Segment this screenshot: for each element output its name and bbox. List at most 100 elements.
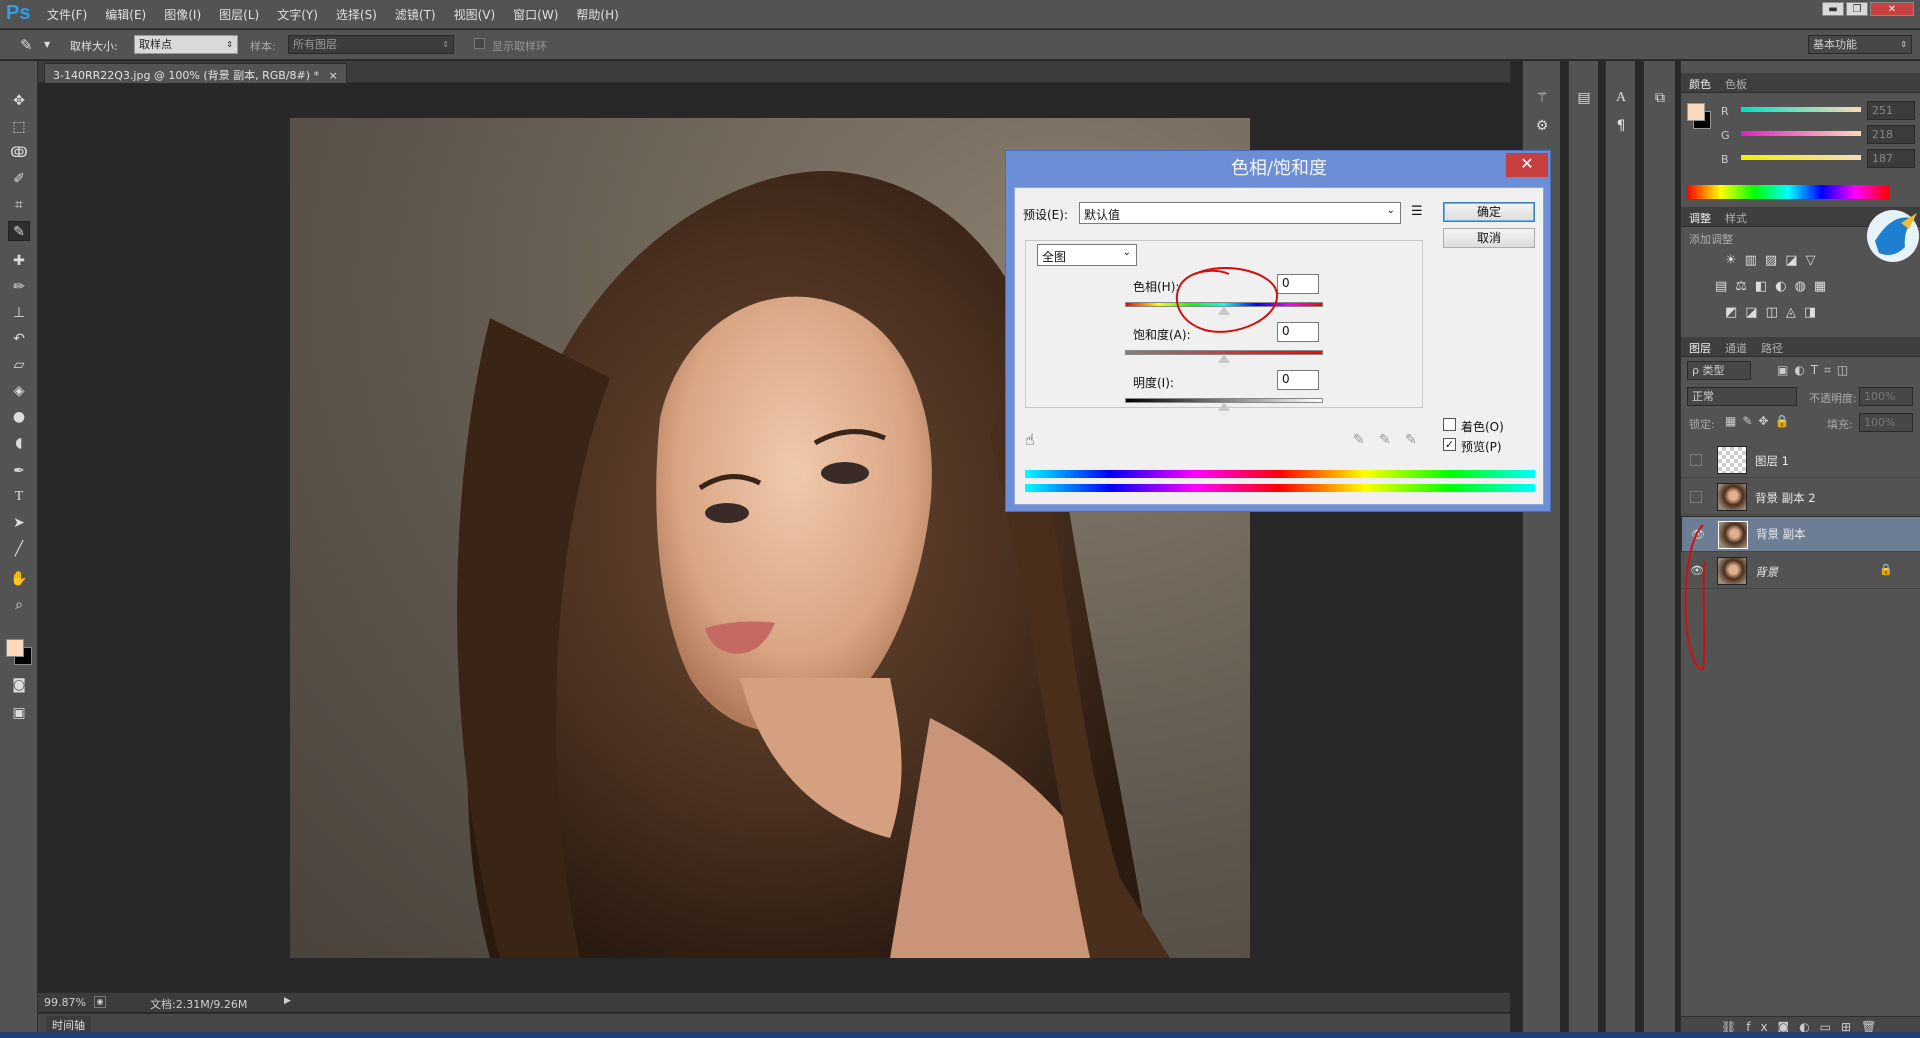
- lightness-slider-thumb[interactable]: [1218, 402, 1230, 411]
- channel-r-value[interactable]: 251: [1867, 101, 1915, 120]
- restore-button[interactable]: ❐: [1846, 2, 1868, 16]
- range-select[interactable]: 全图 ⌄: [1037, 244, 1137, 266]
- brush-icon[interactable]: ✏: [8, 277, 30, 297]
- zoom-icon[interactable]: ⌕: [8, 595, 30, 615]
- character-icon[interactable]: A: [1610, 87, 1632, 109]
- close-tab-icon[interactable]: ×: [329, 69, 338, 82]
- layer-name[interactable]: 背景: [1755, 564, 1778, 580]
- tab-color[interactable]: 颜色: [1683, 76, 1717, 92]
- targeted-adjust-hand-icon[interactable]: ☝: [1025, 430, 1035, 449]
- info-icon[interactable]: ▤: [1573, 87, 1595, 109]
- type-icon[interactable]: T: [8, 487, 30, 507]
- close-window-button[interactable]: ✕: [1870, 2, 1914, 16]
- sample-size-select[interactable]: 取样点 ⇕: [134, 35, 238, 54]
- layer-row[interactable]: 背景 副本 2: [1681, 479, 1920, 515]
- eyedropper-minus-icon[interactable]: ✎: [1405, 432, 1417, 448]
- preset-options-icon[interactable]: ☰: [1411, 204, 1423, 219]
- opacity-input[interactable]: 100%: [1859, 387, 1913, 406]
- layer-name[interactable]: 背景 副本: [1756, 528, 1806, 541]
- menu-edit[interactable]: 编辑(E): [96, 6, 155, 23]
- crop-icon[interactable]: ⌗: [8, 195, 30, 215]
- layer-row[interactable]: 图层 1: [1681, 442, 1920, 478]
- menu-window[interactable]: 窗口(W): [504, 6, 567, 23]
- menu-filter[interactable]: 滤镜(T): [386, 6, 445, 23]
- paragraph-icon[interactable]: ¶: [1610, 115, 1632, 137]
- minimize-button[interactable]: ▬: [1822, 2, 1844, 16]
- healing-brush-icon[interactable]: ✚: [8, 251, 30, 271]
- path-select-icon[interactable]: ➤: [8, 513, 30, 533]
- menu-file[interactable]: 文件(F): [38, 6, 96, 23]
- lock-icons[interactable]: ▦✎✥🔒: [1725, 414, 1795, 428]
- workspace-select[interactable]: 基本功能 ⇕: [1808, 35, 1912, 54]
- screen-mode-icon[interactable]: ▣: [8, 703, 30, 723]
- tab-styles[interactable]: 样式: [1719, 210, 1753, 226]
- status-menu-arrow-icon[interactable]: ▶: [284, 996, 291, 1006]
- ok-button[interactable]: 确定: [1443, 202, 1535, 222]
- sample-select[interactable]: 所有图层 ⇕: [288, 35, 454, 54]
- blend-mode-select[interactable]: 正常: [1687, 387, 1797, 406]
- chevron-down-icon[interactable]: ▼: [44, 40, 50, 49]
- menu-view[interactable]: 视图(V): [445, 6, 505, 23]
- zoom-level[interactable]: 99.87%: [44, 996, 86, 1009]
- adjustment-icons-row-1[interactable]: ☀▥▨◪▽: [1725, 253, 1824, 268]
- layer-filter-icons[interactable]: ▣◐T⌗◫: [1777, 363, 1854, 378]
- tab-swatches[interactable]: 色板: [1719, 76, 1753, 92]
- line-icon[interactable]: ╱: [8, 539, 30, 559]
- hand-icon[interactable]: ✋: [8, 569, 30, 589]
- cancel-button[interactable]: 取消: [1443, 228, 1535, 248]
- visibility-toggle[interactable]: [1690, 491, 1702, 503]
- dialog-title[interactable]: 色相/饱和度: [1006, 151, 1552, 187]
- layer-name[interactable]: 背景 副本 2: [1755, 490, 1816, 506]
- menu-type[interactable]: 文字(Y): [268, 6, 327, 23]
- history-brush-icon[interactable]: ↶: [8, 329, 30, 349]
- eyedropper-icon[interactable]: ✎: [1353, 432, 1365, 448]
- lasso-icon[interactable]: ↂ: [8, 143, 30, 163]
- menu-image[interactable]: 图像(I): [155, 6, 210, 23]
- tab-channels[interactable]: 通道: [1719, 340, 1753, 356]
- fill-input[interactable]: 100%: [1859, 413, 1913, 432]
- marquee-icon[interactable]: ⬚: [8, 117, 30, 137]
- preset-select[interactable]: 默认值 ⌄: [1079, 202, 1401, 224]
- dialog-close-button[interactable]: ✕: [1506, 153, 1548, 177]
- show-ring-checkbox[interactable]: [474, 38, 485, 49]
- preview-checkbox[interactable]: ✓: [1443, 438, 1456, 451]
- channel-b-slider[interactable]: [1741, 155, 1861, 160]
- tab-layers[interactable]: 图层: [1683, 340, 1717, 356]
- adjustment-icons-row-2[interactable]: ▤⚖◧◐◍▦: [1715, 279, 1834, 294]
- channel-g-value[interactable]: 218: [1867, 125, 1915, 144]
- adjustment-icons-row-3[interactable]: ◩◪◫◬◨: [1725, 305, 1824, 320]
- channel-b-value[interactable]: 187: [1867, 149, 1915, 168]
- paint-bucket-icon[interactable]: ◈: [8, 381, 30, 401]
- quick-select-icon[interactable]: ✐: [8, 169, 30, 189]
- menu-layer[interactable]: 图层(L): [210, 6, 268, 23]
- visibility-toggle[interactable]: [1690, 454, 1702, 466]
- channel-g-slider[interactable]: [1741, 131, 1861, 136]
- brush-preset-icon[interactable]: ⚚: [1531, 87, 1553, 109]
- tab-adjustments[interactable]: 调整: [1683, 210, 1717, 226]
- history-icon[interactable]: ⧉: [1649, 87, 1671, 109]
- clone-stamp-icon[interactable]: ⊥: [8, 303, 30, 323]
- eyedropper-plus-icon[interactable]: ✎: [1379, 432, 1391, 448]
- channel-r-slider[interactable]: [1741, 107, 1861, 112]
- lightness-input[interactable]: 0: [1277, 370, 1319, 390]
- share-icon[interactable]: ◉: [94, 996, 106, 1008]
- tab-paths[interactable]: 路径: [1755, 340, 1789, 356]
- colorize-checkbox[interactable]: [1443, 418, 1456, 431]
- eraser-icon[interactable]: ▱: [8, 355, 30, 375]
- pen-icon[interactable]: ✒: [8, 461, 30, 481]
- quick-mask-icon[interactable]: ◙: [8, 675, 30, 695]
- blur-icon[interactable]: ●: [8, 407, 30, 427]
- menu-help[interactable]: 帮助(H): [567, 6, 627, 23]
- menu-select[interactable]: 选择(S): [327, 6, 386, 23]
- move-icon[interactable]: ✥: [8, 91, 30, 111]
- color-foreground-swatch[interactable]: [1687, 103, 1705, 121]
- tool-preset-icon[interactable]: ⚙: [1531, 115, 1553, 137]
- layer-name[interactable]: 图层 1: [1755, 453, 1789, 469]
- eyedropper-icon[interactable]: ✎: [20, 36, 33, 54]
- dodge-icon[interactable]: ◖: [8, 433, 30, 453]
- eyedropper-tool-icon[interactable]: ✎: [8, 221, 30, 241]
- color-spectrum-ramp[interactable]: [1687, 185, 1889, 199]
- layer-filter-select[interactable]: ρ 类型: [1687, 361, 1751, 380]
- document-tab[interactable]: 3-140RR22Q3.jpg @ 100% (背景 副本, RGB/8#) *…: [44, 63, 347, 83]
- foreground-color-swatch[interactable]: [6, 639, 24, 657]
